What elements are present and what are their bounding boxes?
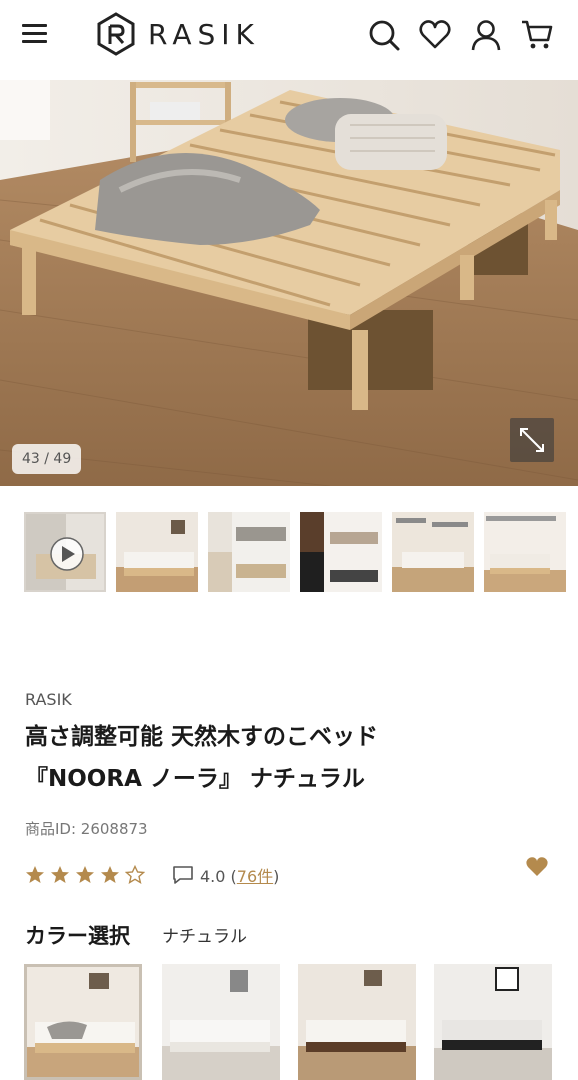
product-id: 商品ID: 2608873	[25, 820, 148, 838]
review-count-link[interactable]: 76件	[237, 867, 273, 886]
labeled-thumbnail	[392, 512, 474, 592]
thumbnail-5[interactable]	[392, 512, 474, 592]
fullscreen-arrows-icon	[520, 428, 544, 452]
product-main-image[interactable]	[0, 80, 578, 486]
logo-text: RASIK	[148, 17, 260, 51]
logo[interactable]: RASIK	[96, 12, 260, 56]
color-selected-label: ナチュラル	[162, 927, 247, 947]
logo-mark-icon	[97, 12, 135, 56]
menu-icon[interactable]	[22, 22, 48, 46]
color-swatch-black[interactable]	[434, 964, 552, 1080]
white-bed-swatch	[162, 964, 280, 1080]
thumbnail-4[interactable]	[300, 512, 382, 592]
thumbnail-2[interactable]	[116, 512, 198, 592]
rating-close-paren: )	[273, 867, 280, 886]
heart-icon[interactable]	[418, 18, 452, 52]
user-icon[interactable]	[469, 18, 503, 52]
thumbnail-6[interactable]	[484, 512, 566, 592]
color-swatch-white[interactable]	[162, 964, 280, 1080]
review-comment-icon	[173, 866, 193, 884]
search-icon[interactable]	[367, 18, 401, 52]
product-title-line2: 『NOORA ノーラ』 ナチュラル	[25, 766, 365, 792]
star-empty-icon	[125, 865, 145, 884]
thumbnail-3[interactable]	[208, 512, 290, 592]
app-header: RASIK	[0, 0, 578, 80]
bed-room-thumbnail	[116, 512, 198, 592]
natural-bed-swatch	[27, 967, 139, 1077]
product-title: 高さ調整可能 天然木すのこベッド 『NOORA ノーラ』 ナチュラル	[25, 716, 555, 800]
image-counter: 43 / 49	[12, 444, 82, 474]
favorite-heart-icon[interactable]	[525, 855, 549, 877]
brand-name[interactable]: RASIK	[25, 690, 72, 709]
color-selection-title: カラー選択	[25, 924, 130, 948]
rating-row: 4.0 (76件)	[25, 862, 279, 888]
height-thumbnail	[484, 512, 566, 592]
star-filled-icon	[26, 866, 44, 883]
star-filled-icon	[51, 866, 69, 883]
color-swatch-natural[interactable]	[24, 964, 142, 1080]
expand-icon[interactable]	[510, 418, 554, 462]
comparison-thumbnail	[208, 512, 290, 592]
rating-text: 4.0 (76件)	[200, 863, 279, 887]
thumbnail-strip	[0, 510, 578, 596]
rating-value: 4.0	[200, 867, 226, 886]
thumbnail-video[interactable]	[24, 512, 106, 592]
cart-icon[interactable]	[520, 18, 554, 52]
color-swatch-brown[interactable]	[298, 964, 416, 1080]
star-filled-icon	[76, 866, 94, 883]
video-thumbnail	[26, 514, 104, 590]
brown-bed-swatch	[298, 964, 416, 1080]
black-bed-swatch	[434, 964, 552, 1080]
product-title-line1: 高さ調整可能 天然木すのこベッド	[25, 724, 379, 750]
bed-photo	[0, 80, 578, 486]
color-variants-thumbnail	[300, 512, 382, 592]
star-filled-icon	[101, 866, 119, 883]
